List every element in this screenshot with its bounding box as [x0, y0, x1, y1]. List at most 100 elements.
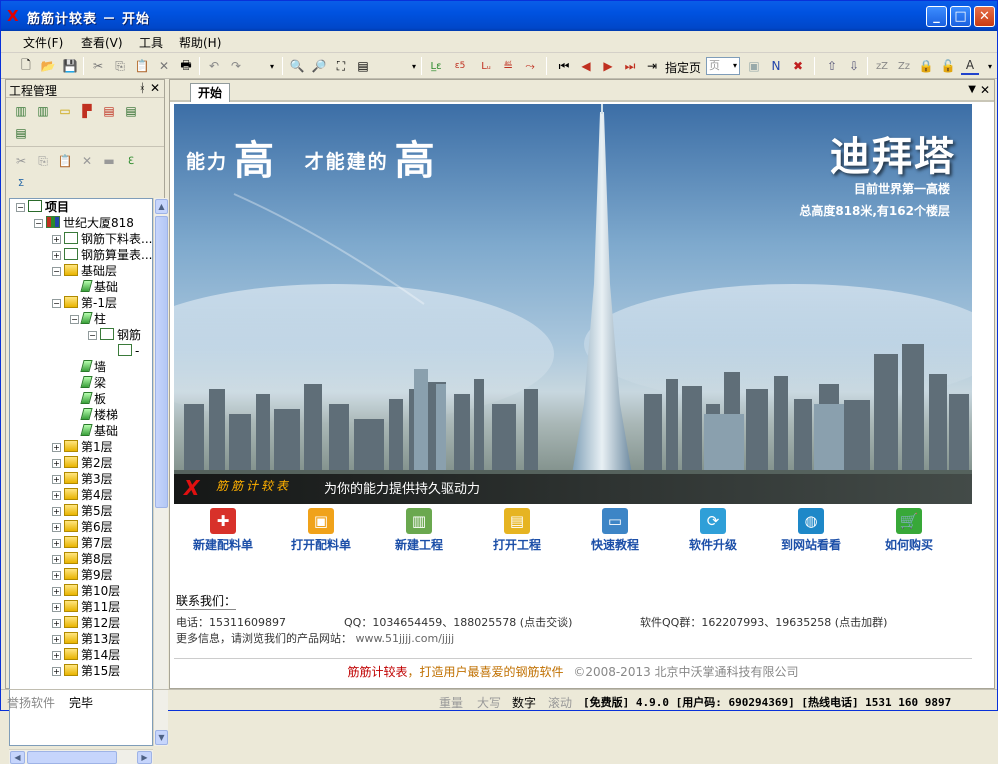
expand-icon[interactable]: +: [52, 491, 61, 500]
cut-icon-2[interactable]: ✂: [12, 152, 30, 170]
contact-qq[interactable]: QQ：1034654459、188025578 (点击交谈): [344, 614, 572, 630]
page-export-icon[interactable]: ⇥: [643, 57, 661, 75]
menu-tools[interactable]: 工具: [139, 34, 163, 51]
action-new-list[interactable]: ✚ 新建配料单: [178, 508, 268, 553]
length-icon[interactable]: Lᵤ: [477, 57, 495, 75]
hscroll-thumb[interactable]: [27, 751, 117, 764]
tree-node[interactable]: + 第15层: [52, 663, 120, 679]
expand-icon[interactable]: +: [52, 475, 61, 484]
expand-icon[interactable]: +: [52, 587, 61, 596]
number-calc-icon[interactable]: ε5: [451, 57, 469, 75]
tree-node[interactable]: − 世纪大厦818: [34, 215, 134, 231]
upload-icon[interactable]: ⇧: [823, 57, 841, 75]
expand-icon[interactable]: +: [52, 667, 61, 676]
save-icon[interactable]: 💾: [61, 57, 79, 75]
tree-node[interactable]: 板: [70, 391, 106, 407]
minimize-button[interactable]: _: [926, 6, 947, 27]
action-open-project[interactable]: ▤ 打开工程: [472, 508, 562, 553]
tree-node[interactable]: − 钢筋: [88, 327, 141, 343]
rename-icon[interactable]: ▬: [100, 152, 118, 170]
paste-icon-2[interactable]: 📋: [56, 152, 74, 170]
report-icon[interactable]: ▤: [12, 124, 30, 142]
scroll-up-icon[interactable]: ▲: [155, 199, 168, 214]
contact-qq-group[interactable]: 软件QQ群：162207993、19635258 (点击加群): [640, 614, 887, 630]
unlock-icon[interactable]: 🔓: [939, 57, 957, 75]
expand-icon[interactable]: +: [52, 619, 61, 628]
scroll-left-icon[interactable]: ◀: [10, 751, 25, 764]
expand-icon[interactable]: +: [52, 443, 61, 452]
shape-icon[interactable]: ⤳: [521, 57, 539, 75]
menu-file[interactable]: 文件(F): [23, 34, 63, 51]
lock-icon[interactable]: 🔒: [917, 57, 935, 75]
toolbar-overflow-icon[interactable]: ▾: [263, 57, 281, 75]
tab-start[interactable]: 开始: [190, 83, 230, 102]
sort-za-icon[interactable]: Zz: [895, 57, 913, 75]
cut-icon[interactable]: ✂: [89, 57, 107, 75]
open-folder-icon[interactable]: 📂: [39, 57, 57, 75]
tab-list-chevron-icon[interactable]: ▼: [968, 84, 976, 95]
tree-horizontal-scrollbar[interactable]: ◀ ▶: [9, 749, 153, 764]
sort-az-icon[interactable]: zZ: [873, 57, 891, 75]
page-prev-icon[interactable]: ◀: [577, 57, 595, 75]
expand-icon[interactable]: +: [52, 507, 61, 516]
filter-icon[interactable]: Σ: [12, 174, 30, 192]
expand-icon[interactable]: +: [52, 523, 61, 532]
tree-node[interactable]: 梁: [70, 375, 106, 391]
expand-icon[interactable]: +: [52, 635, 61, 644]
tree-node[interactable]: − 第-1层: [52, 295, 117, 311]
title-bar[interactable]: X 筋筋计较表 － 开始 _ □ ✕: [1, 1, 997, 31]
add-floor-icon[interactable]: ▭: [56, 102, 74, 120]
tree-node[interactable]: -: [106, 343, 139, 359]
action-website[interactable]: ◍ 到网站看看: [766, 508, 856, 553]
delete-icon[interactable]: ✕: [155, 57, 173, 75]
collapse-icon[interactable]: −: [52, 299, 61, 308]
scroll-down-icon[interactable]: ▼: [155, 730, 168, 745]
tree-node[interactable]: + 第4层: [52, 487, 113, 503]
fit-page-icon[interactable]: ⛶: [332, 57, 350, 75]
tree-node[interactable]: + 第1层: [52, 439, 113, 455]
add-member-icon[interactable]: ▛: [78, 102, 96, 120]
menu-help[interactable]: 帮助(H): [179, 34, 221, 51]
tree-node[interactable]: 墙: [70, 359, 106, 375]
zoom-in-icon[interactable]: 🔍: [288, 57, 306, 75]
tree-node[interactable]: + 第7层: [52, 535, 113, 551]
scroll-thumb[interactable]: [155, 216, 168, 508]
add-table-icon[interactable]: ▤: [122, 102, 140, 120]
tree-node[interactable]: 楼梯: [70, 407, 118, 423]
menu-view[interactable]: 查看(V): [81, 34, 123, 51]
rebar-calc-icon[interactable]: L̲ε: [427, 57, 445, 75]
tree-node[interactable]: + 第10层: [52, 583, 120, 599]
image-icon[interactable]: ▣: [745, 57, 763, 75]
collapse-icon[interactable]: −: [16, 203, 25, 212]
pin-icon[interactable]: ᚼ: [139, 81, 146, 95]
action-cart[interactable]: 🛒 如何购买: [864, 508, 954, 553]
copy-icon[interactable]: ⎘: [111, 57, 129, 75]
expand-icon[interactable]: +: [52, 459, 61, 468]
undo-icon[interactable]: ↶: [205, 57, 223, 75]
page-next-icon[interactable]: ▶: [599, 57, 617, 75]
tree-node[interactable]: + 钢筋下料表...: [52, 231, 152, 247]
tree-node[interactable]: − 柱: [70, 311, 106, 327]
tree-node[interactable]: − 基础层: [52, 263, 117, 279]
expand-icon[interactable]: +: [52, 555, 61, 564]
maximize-button[interactable]: □: [950, 6, 971, 27]
tree-node[interactable]: 基础: [70, 423, 118, 439]
print-icon[interactable]: 🖶: [177, 57, 195, 75]
tree-node[interactable]: + 第8层: [52, 551, 113, 567]
contact-website-link[interactable]: www.51jjjj.com/jjjj: [356, 632, 455, 645]
tree-node[interactable]: + 第6层: [52, 519, 113, 535]
pdf-icon[interactable]: ✖: [789, 57, 807, 75]
tree-node[interactable]: + 第14层: [52, 647, 120, 663]
tree-node[interactable]: + 第11层: [52, 599, 120, 615]
expand-icon[interactable]: +: [52, 235, 61, 244]
bend-icon[interactable]: ≝: [499, 57, 517, 75]
action-upgrade[interactable]: ⟳ 软件升级: [668, 508, 758, 553]
add-sheet-icon[interactable]: ▤: [100, 102, 118, 120]
tree-vertical-scrollbar[interactable]: ▲ ▼: [153, 198, 168, 746]
collapse-icon[interactable]: −: [70, 315, 79, 324]
collapse-icon[interactable]: −: [34, 219, 43, 228]
tree-node[interactable]: + 第5层: [52, 503, 113, 519]
new-file-icon[interactable]: 🗋: [17, 57, 35, 75]
page-view-icon[interactable]: ▤: [354, 57, 372, 75]
expand-icon[interactable]: +: [52, 571, 61, 580]
